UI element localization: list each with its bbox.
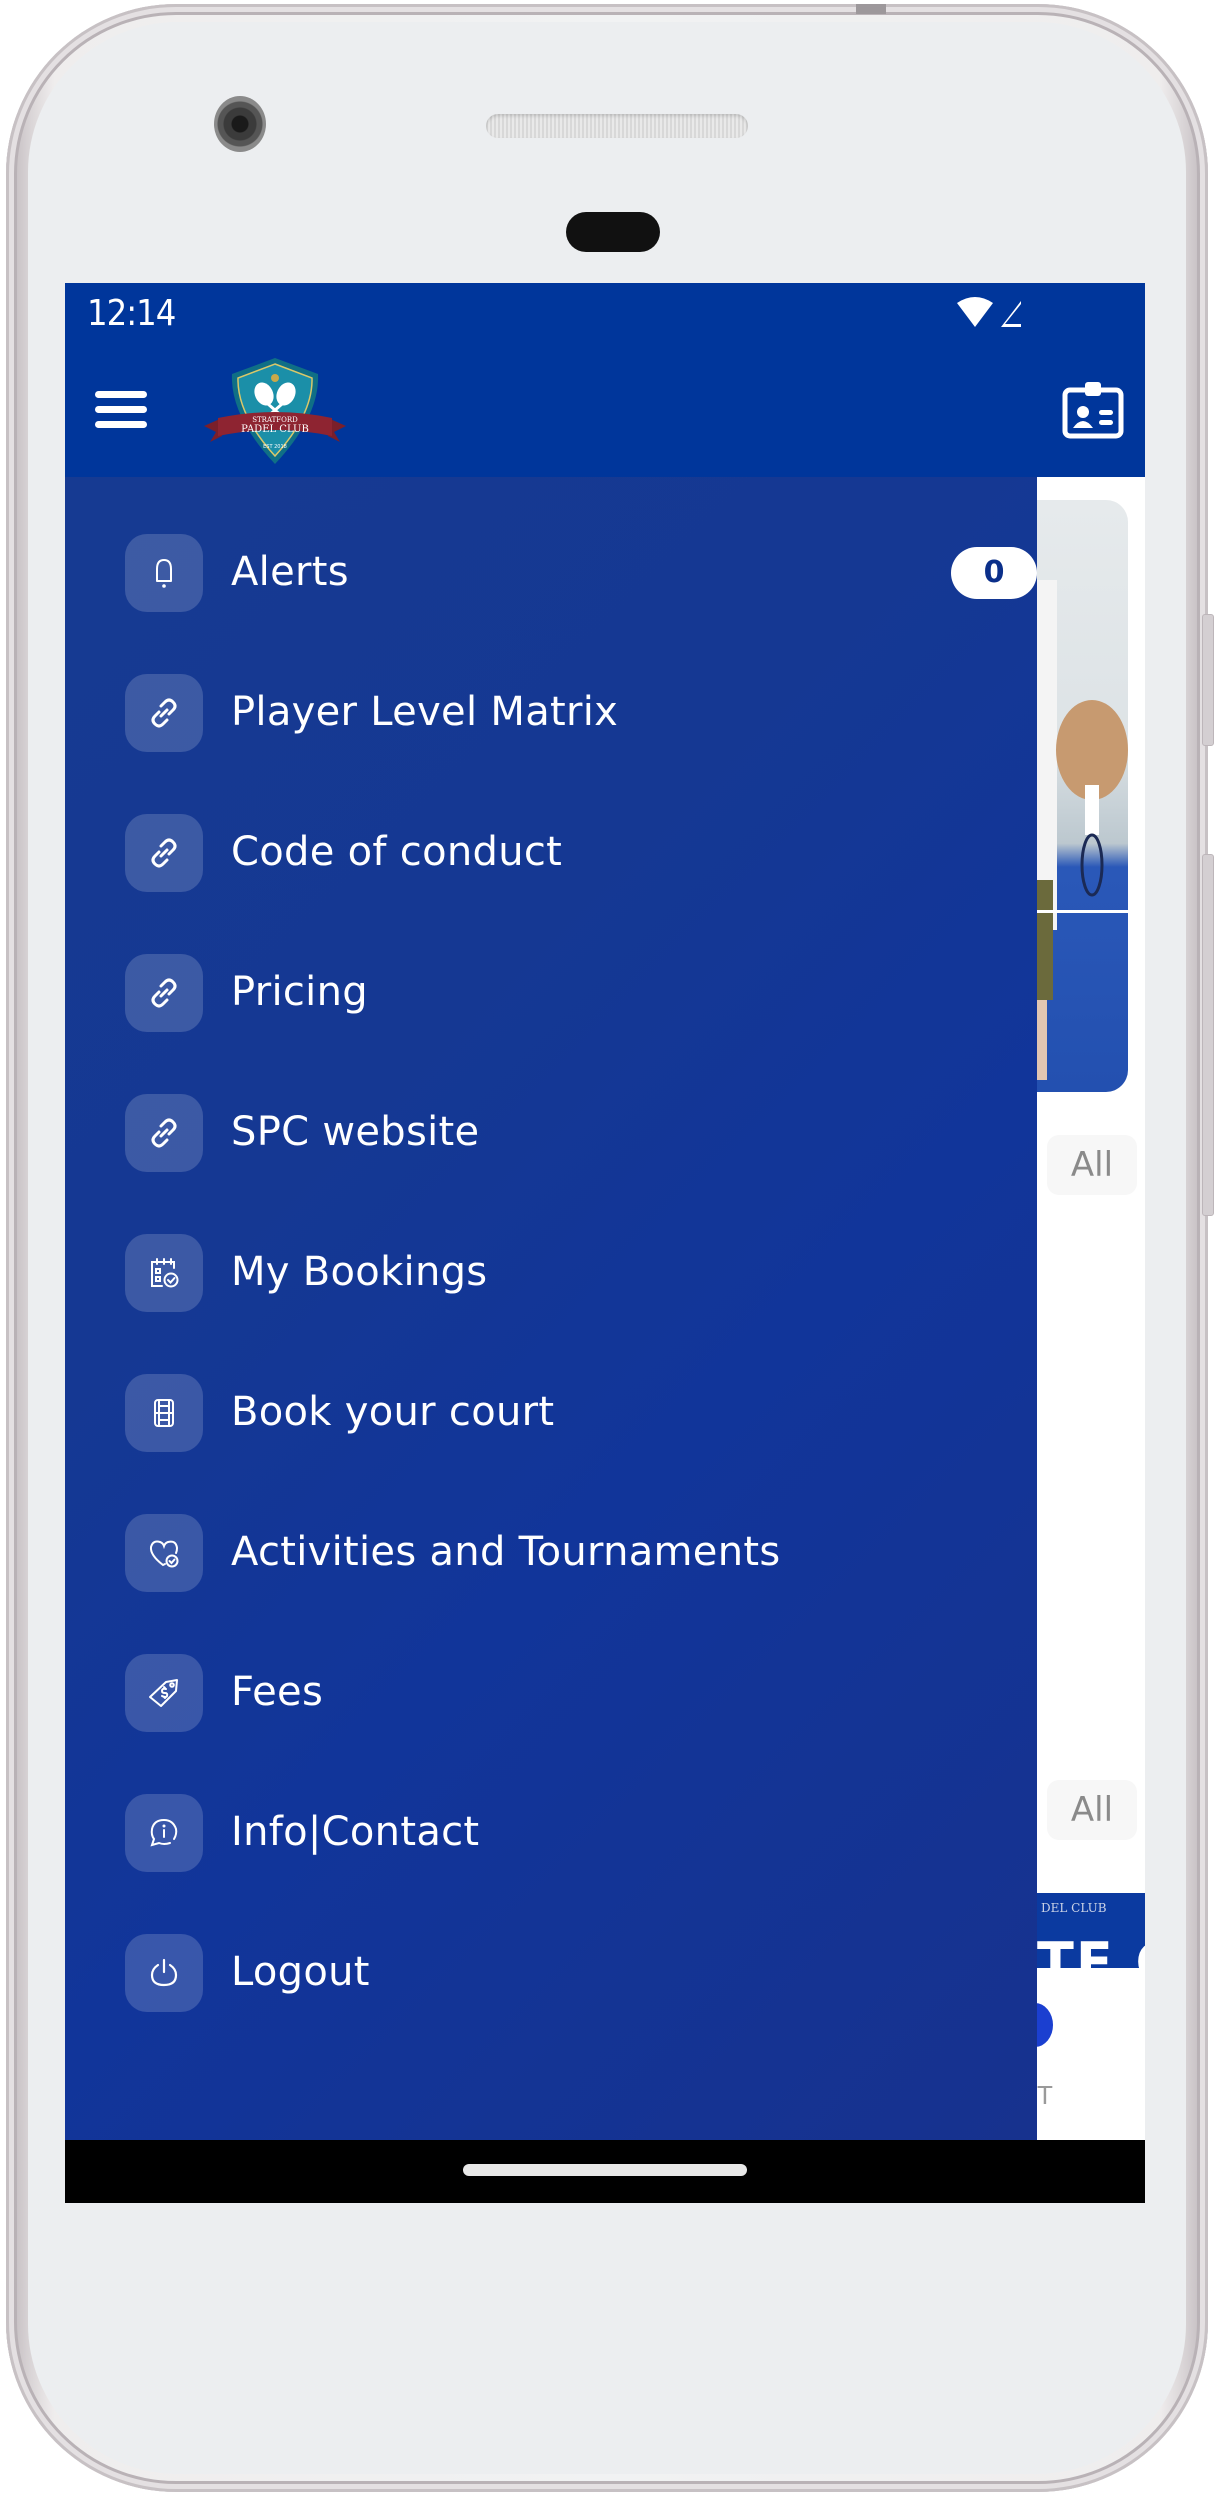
menu-item-player-level-matrix[interactable]: Player Level Matrix (125, 663, 1005, 763)
menu-item-pricing[interactable]: Pricing (125, 943, 1005, 1043)
menu-label: Code of conduct (231, 829, 563, 875)
status-icons (957, 297, 1021, 327)
volume-button (1202, 854, 1214, 1216)
menu-icon-tile (125, 1934, 203, 2012)
promo-logo-text: DEL CLUB (1041, 1901, 1107, 1915)
menu-label: My Bookings (231, 1249, 488, 1295)
power-icon (150, 1958, 178, 1987)
calendar-check-icon (151, 1258, 179, 1288)
menu-label: Logout (231, 1949, 370, 1995)
logo-main-text: PADEL CLUB (241, 424, 309, 435)
menu-item-alerts[interactable]: Alerts 0 (125, 523, 1037, 623)
info-chat-icon (150, 1818, 178, 1847)
menu-label: Alerts (231, 549, 349, 595)
alerts-count-badge: 0 (951, 547, 1037, 599)
heart-check-icon (149, 1540, 179, 1568)
link-icon (151, 838, 177, 868)
earpiece-speaker (486, 114, 748, 138)
padel-player-photo (1037, 580, 1128, 1080)
home-page-behind-drawer: All All DEL CLUB TE C T (1017, 477, 1145, 2140)
member-card-icon[interactable] (1061, 380, 1125, 440)
hamburger-menu-icon[interactable] (95, 385, 149, 433)
price-tag-icon (149, 1679, 178, 1707)
menu-item-my-bookings[interactable]: My Bookings (125, 1223, 1005, 1323)
menu-icon-tile (125, 1514, 203, 1592)
menu-icon-tile (125, 1794, 203, 1872)
menu-label: Info|Contact (231, 1809, 480, 1855)
menu-label: Pricing (231, 969, 368, 1015)
menu-item-logout[interactable]: Logout (125, 1923, 1005, 2023)
menu-icon-tile (125, 954, 203, 1032)
screen: 12:14 STRATFORD PADEL CLUB EST 2018 All … (65, 283, 1145, 2203)
wifi-icon (957, 297, 993, 327)
proximity-sensor (566, 212, 660, 252)
menu-icon-tile (125, 814, 203, 892)
menu-item-book-your-court[interactable]: Book your court (125, 1363, 1005, 1463)
cellular-signal-icon (1001, 301, 1021, 327)
menu-label: Player Level Matrix (231, 689, 619, 735)
bell-icon (156, 559, 172, 588)
club-logo[interactable]: STRATFORD PADEL CLUB EST 2018 (200, 356, 350, 468)
promo-title: TE C (1037, 1931, 1145, 1968)
logo-est-text: EST 2018 (263, 444, 287, 450)
menu-label: SPC website (231, 1109, 480, 1155)
see-all-button[interactable]: All (1047, 1780, 1137, 1840)
court-icon (154, 1399, 174, 1427)
front-camera (214, 96, 266, 152)
menu-icon-tile (125, 534, 203, 612)
link-icon (151, 978, 177, 1008)
menu-icon-tile (125, 674, 203, 752)
menu-item-spc-website[interactable]: SPC website (125, 1083, 1005, 1183)
hero-image[interactable] (1037, 500, 1128, 1092)
see-all-button[interactable]: All (1047, 1135, 1137, 1195)
phone-top-button (856, 4, 886, 14)
menu-item-info-contact[interactable]: Info|Contact (125, 1783, 1005, 1883)
menu-item-fees[interactable]: Fees (125, 1643, 1005, 1743)
menu-icon-tile (125, 1094, 203, 1172)
status-bar: 12:14 (65, 283, 1145, 340)
partial-text: T (1037, 2080, 1053, 2110)
menu-icon-tile (125, 1654, 203, 1732)
menu-icon-tile (125, 1234, 203, 1312)
logo-top-text: STRATFORD (252, 416, 298, 424)
menu-label: Fees (231, 1669, 324, 1715)
power-button (1202, 614, 1214, 746)
link-icon (151, 1118, 177, 1148)
status-time: 12:14 (87, 293, 176, 334)
home-gesture-handle[interactable] (463, 2164, 747, 2176)
menu-icon-tile (125, 1374, 203, 1452)
menu-item-code-of-conduct[interactable]: Code of conduct (125, 803, 1005, 903)
app-bar: STRATFORD PADEL CLUB EST 2018 (65, 340, 1145, 477)
menu-label: Book your court (231, 1389, 555, 1435)
promo-banner[interactable]: DEL CLUB TE C (1037, 1893, 1145, 1968)
navigation-drawer: Alerts 0 Player Level Matrix Code of con… (65, 477, 1037, 2140)
link-icon (151, 698, 177, 728)
menu-label: Activities and Tournaments (231, 1529, 781, 1575)
system-navigation-bar (65, 2140, 1145, 2203)
menu-item-activities-and-tournaments[interactable]: Activities and Tournaments (125, 1503, 1005, 1603)
